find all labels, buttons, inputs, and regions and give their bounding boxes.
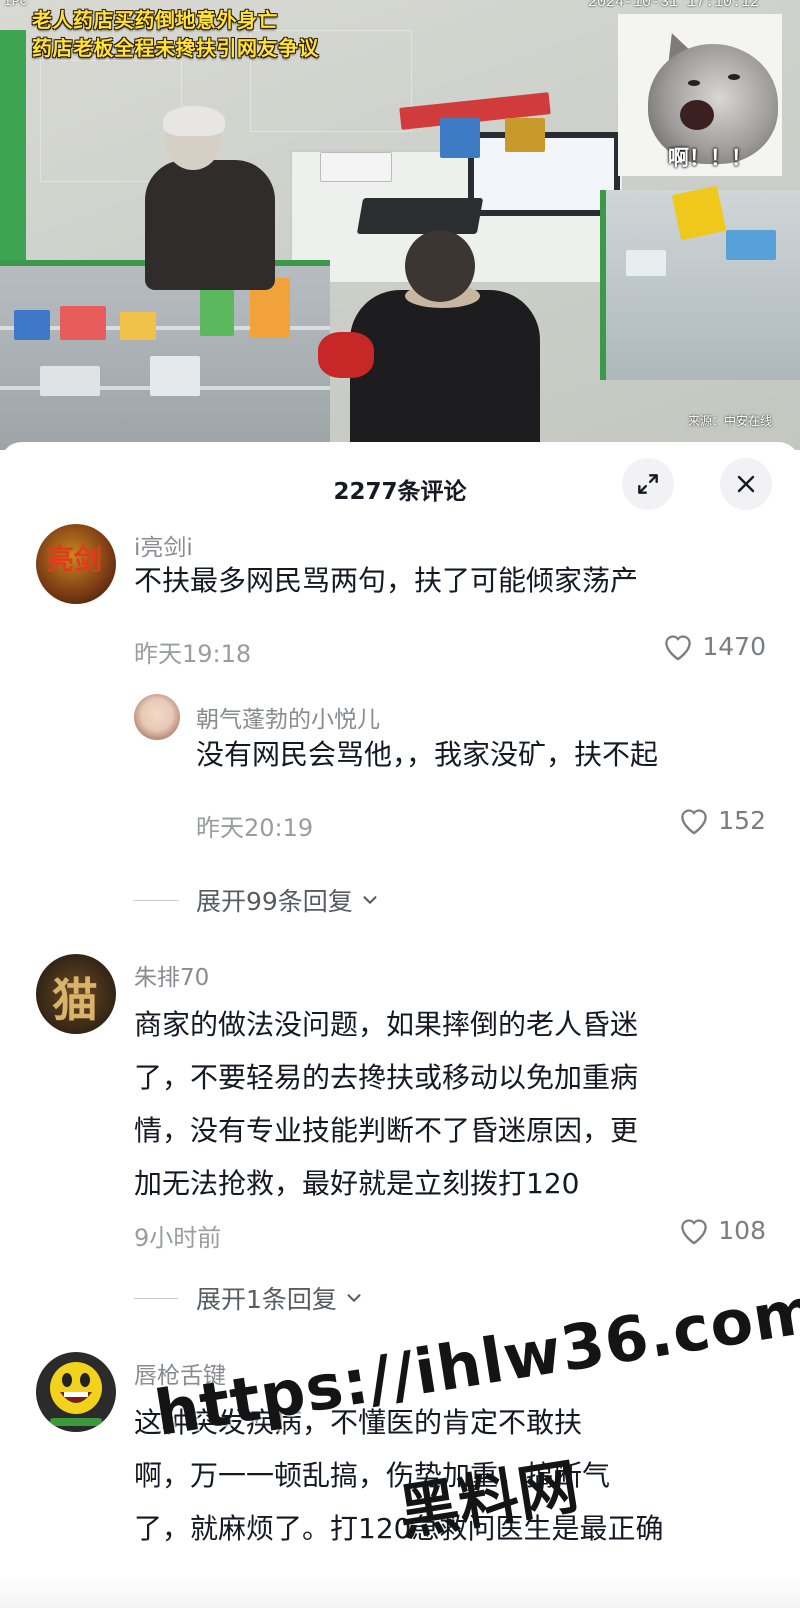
- heart-icon: [681, 809, 708, 835]
- product-box: [150, 356, 200, 396]
- video-timestamp: 2024-10-31 17:10:12: [588, 0, 760, 11]
- like-count: 108: [718, 1215, 766, 1245]
- smiley-face-icon: [50, 1362, 102, 1426]
- heart-icon: [681, 1219, 708, 1245]
- expand-icon: [638, 474, 658, 494]
- product-box: [671, 185, 727, 241]
- close-panel-button[interactable]: [720, 458, 772, 510]
- comment-text-line: 加无法抢救，最好就是立刻拨打120: [134, 1167, 580, 1200]
- comment-text-line: 情，没有专业技能判断不了昏迷原因，更: [134, 1114, 639, 1147]
- shelf-frame: [0, 30, 26, 280]
- avatar[interactable]: 猫: [36, 954, 116, 1034]
- comment-username[interactable]: 朱排70: [134, 958, 209, 992]
- like-count: 1470: [702, 631, 766, 661]
- divider: [134, 899, 178, 901]
- cat-eye: [688, 80, 700, 86]
- product-box: [200, 286, 234, 336]
- comment-text: 没有网民会骂他，，我家没矿，扶不起: [196, 738, 659, 771]
- expand-replies-label: 展开1条回复: [196, 1285, 337, 1314]
- pharmacy-clerk-head: [405, 230, 475, 302]
- product-box: [726, 230, 776, 260]
- avatar[interactable]: 亮剑: [36, 524, 116, 604]
- elderly-customer: [145, 106, 285, 290]
- cat-eye: [728, 74, 740, 80]
- comment-time: 昨天20:19: [196, 814, 314, 842]
- comment-text: 商家的做法没问题，如果摔倒的老人昏迷 了，不要轻易的去搀扶或移动以免加重病 情，…: [134, 998, 638, 1210]
- avatar-text: 亮剑: [46, 543, 103, 576]
- comment-time: 9小时前: [134, 1224, 222, 1252]
- like-count: 152: [718, 805, 766, 835]
- video-player[interactable]: IPC 2024-10-31 17:10:12 老人药店买药倒地意外身亡 药店老…: [0, 0, 800, 450]
- headline-line-1: 老人药店买药倒地意外身亡: [32, 8, 278, 32]
- display-shelf: [600, 185, 800, 380]
- product-box: [505, 118, 545, 152]
- product-box: [14, 310, 50, 340]
- red-bag: [318, 332, 374, 378]
- expand-replies-label: 展开99条回复: [196, 887, 353, 916]
- avatar[interactable]: [134, 694, 180, 740]
- cat-mouth: [680, 100, 714, 130]
- comment-text-line: 了，不要轻易的去搀扶或移动以免加重病: [134, 1061, 639, 1094]
- cat-caption: 啊！！！: [668, 146, 752, 170]
- video-headline: 老人药店买药倒地意外身亡 药店老板全程未搀扶引网友争议: [32, 6, 319, 62]
- elderly-customer-body: [145, 160, 275, 290]
- like-button[interactable]: 1470: [660, 630, 766, 662]
- camera-label: IPC: [4, 0, 28, 9]
- like-button[interactable]: 152: [676, 804, 766, 836]
- product-box: [120, 312, 156, 340]
- elderly-customer-hair: [163, 106, 225, 136]
- heart-icon: [665, 635, 692, 661]
- video-source-credit: 来源：中安在线: [688, 414, 773, 428]
- expand-replies-button[interactable]: 展开1条回复: [134, 1280, 365, 1316]
- comment-time: 昨天19:18: [134, 640, 252, 668]
- comment-text: 不扶最多网民骂两句，扶了可能倾家荡产: [134, 564, 639, 597]
- bottom-fade: [0, 1575, 800, 1608]
- like-button[interactable]: 108: [676, 1214, 766, 1246]
- avatar[interactable]: [36, 1352, 116, 1432]
- chevron-down-icon: [347, 1294, 361, 1303]
- headline-line-2: 药店老板全程未搀扶引网友争议: [32, 36, 319, 60]
- product-box: [440, 118, 480, 158]
- avatar-text: 猫: [52, 973, 98, 1027]
- chevron-down-icon: [363, 896, 377, 905]
- pharmacy-clerk: [350, 220, 540, 450]
- divider: [134, 1297, 178, 1299]
- pharmacy-clerk-body: [350, 290, 540, 450]
- product-box: [60, 306, 106, 340]
- cat-meme-inset: 啊！！！: [618, 14, 782, 176]
- comments-count-title: 2277条评论: [333, 479, 467, 505]
- product-box: [626, 250, 666, 276]
- expand-panel-button[interactable]: [622, 458, 674, 510]
- product-display: [320, 152, 392, 182]
- comment-text-line: 商家的做法没问题，如果摔倒的老人昏迷: [134, 1008, 639, 1041]
- close-icon: [737, 475, 755, 493]
- product-box: [40, 366, 100, 396]
- expand-replies-button[interactable]: 展开99条回复: [134, 882, 381, 918]
- comments-panel: 2277条评论 亮剑 i亮剑i 不扶最多网民骂两句，扶了可能倾家荡产 昨天19:…: [0, 442, 800, 1608]
